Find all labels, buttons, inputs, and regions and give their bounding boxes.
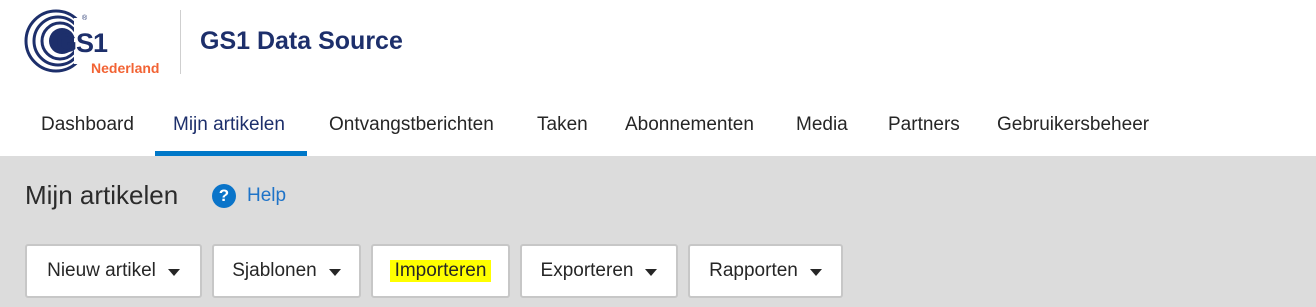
- main-nav: Dashboard Mijn artikelen Ontvangstberich…: [0, 92, 1316, 156]
- caret-down-icon: [167, 268, 180, 276]
- import-button-label: Importeren: [389, 260, 492, 282]
- tab-dashboard[interactable]: Dashboard: [41, 92, 134, 156]
- export-button-label: Exporteren: [540, 260, 634, 281]
- new-article-button[interactable]: Nieuw artikel: [25, 244, 202, 298]
- reports-button-label: Rapporten: [709, 260, 798, 281]
- logo-nederland-text: Nederland: [91, 60, 159, 76]
- templates-button-label: Sjablonen: [232, 260, 317, 281]
- tab-taken[interactable]: Taken: [537, 92, 588, 156]
- page-title: Mijn artikelen: [25, 180, 179, 210]
- caret-down-icon: [809, 268, 822, 276]
- app-title: GS1 Data Source: [200, 27, 403, 55]
- tab-partners[interactable]: Partners: [888, 92, 960, 156]
- new-article-button-label: Nieuw artikel: [47, 260, 156, 281]
- tab-media[interactable]: Media: [796, 92, 848, 156]
- tab-abonnementen[interactable]: Abonnementen: [625, 92, 754, 156]
- tab-ontvangstberichten[interactable]: Ontvangstberichten: [329, 92, 494, 156]
- export-button[interactable]: Exporteren: [520, 244, 678, 298]
- help-link[interactable]: Help: [247, 185, 286, 207]
- import-button[interactable]: Importeren: [371, 244, 510, 298]
- caret-down-icon: [328, 268, 341, 276]
- reports-button[interactable]: Rapporten: [688, 244, 843, 298]
- help-icon[interactable]: ?: [212, 184, 236, 208]
- gs1-logo[interactable]: GS1 ® Nederland: [22, 8, 172, 78]
- templates-button[interactable]: Sjablonen: [212, 244, 361, 298]
- page-content: Mijn artikelen ? Help Nieuw artikel Sjab…: [0, 156, 1316, 307]
- tab-mijn-artikelen[interactable]: Mijn artikelen: [173, 92, 285, 156]
- caret-down-icon: [645, 268, 658, 276]
- logo-gs1-text: GS1: [56, 28, 108, 58]
- tab-gebruikersbeheer[interactable]: Gebruikersbeheer: [997, 92, 1149, 156]
- svg-text:®: ®: [82, 14, 88, 22]
- app-header: GS1 ® Nederland GS1 Data Source: [0, 0, 1316, 92]
- header-divider: [180, 10, 181, 74]
